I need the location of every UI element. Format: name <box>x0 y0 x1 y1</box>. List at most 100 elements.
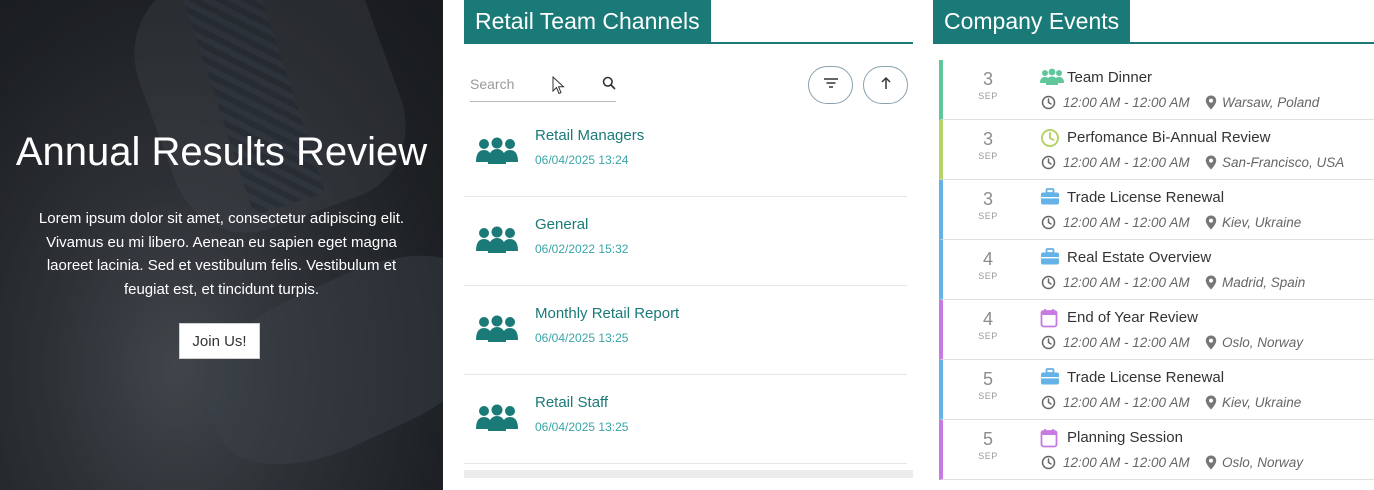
calendar-icon <box>1040 308 1058 333</box>
filter-button[interactable] <box>808 66 853 104</box>
calendar-icon <box>1040 428 1058 453</box>
event-item[interactable]: 4 SEP Real Estate Overview 12:00 AM - 12… <box>939 240 1374 300</box>
time-icon <box>1041 455 1056 475</box>
event-title[interactable]: Perfomance Bi-Annual Review <box>1067 129 1270 146</box>
event-item[interactable]: 3 SEP Trade License Renewal 12:00 AM - 1… <box>939 180 1374 240</box>
channel-name[interactable]: General <box>535 216 588 233</box>
event-day: 4 <box>982 249 993 269</box>
events-title: Company Events <box>933 0 1131 42</box>
channel-date: 06/02/2022 15:32 <box>535 242 629 256</box>
event-month: SEP <box>978 91 998 101</box>
channel-date: 06/04/2025 13:25 <box>535 331 629 345</box>
event-item[interactable]: 4 SEP End of Year Review 12:00 AM - 12:0… <box>939 300 1374 360</box>
location-pin-icon <box>1205 275 1217 295</box>
event-day: 3 <box>982 69 993 89</box>
event-time: 12:00 AM - 12:00 AM <box>1063 335 1190 350</box>
channel-date: 06/04/2025 13:25 <box>535 420 629 434</box>
event-item[interactable]: 5 SEP Planning Session 12:00 AM - 12:00 … <box>939 420 1374 480</box>
channel-name[interactable]: Monthly Retail Report <box>535 305 679 322</box>
search-field[interactable]: Search <box>470 70 616 102</box>
event-day: 3 <box>982 189 993 209</box>
event-day: 4 <box>982 309 993 329</box>
event-item[interactable]: 3 SEP Team Dinner 12:00 AM - 12:00 AM Wa… <box>939 60 1374 120</box>
location-pin-icon <box>1205 215 1217 235</box>
search-input[interactable]: Search <box>470 76 514 92</box>
event-month: SEP <box>978 271 998 281</box>
event-time: 12:00 AM - 12:00 AM <box>1063 95 1190 110</box>
hero-title: Annual Results Review <box>15 130 428 174</box>
group-icon <box>476 136 518 171</box>
clock-icon <box>1040 128 1060 153</box>
event-title[interactable]: End of Year Review <box>1067 309 1198 326</box>
sort-ascending-button[interactable] <box>863 66 908 104</box>
event-title[interactable]: Trade License Renewal <box>1067 369 1224 386</box>
event-item[interactable]: 5 SEP Trade License Renewal 12:00 AM - 1… <box>939 360 1374 420</box>
event-location: San-Francisco, USA <box>1222 155 1345 170</box>
event-month: SEP <box>978 331 998 341</box>
time-icon <box>1041 395 1056 415</box>
channels-title: Retail Team Channels <box>464 0 711 42</box>
location-pin-icon <box>1205 95 1217 115</box>
time-icon <box>1041 275 1056 295</box>
hero-banner: Annual Results Review Lorem ipsum dolor … <box>0 0 443 490</box>
briefcase-icon <box>1040 188 1060 211</box>
event-month: SEP <box>978 451 998 461</box>
mouse-cursor-icon <box>552 75 565 100</box>
channel-item[interactable]: General 06/02/2022 15:32 <box>464 197 907 286</box>
event-title[interactable]: Real Estate Overview <box>1067 249 1211 266</box>
hero-description: Lorem ipsum dolor sit amet, consectetur … <box>38 210 405 298</box>
event-time: 12:00 AM - 12:00 AM <box>1063 455 1190 470</box>
location-pin-icon <box>1205 455 1217 475</box>
event-location: Warsaw, Poland <box>1222 95 1320 110</box>
event-list: 3 SEP Team Dinner 12:00 AM - 12:00 AM Wa… <box>939 60 1374 480</box>
event-day: 5 <box>982 429 993 449</box>
location-pin-icon <box>1205 335 1217 355</box>
channel-list: Retail Managers 06/04/2025 13:24 General… <box>464 108 907 464</box>
event-title[interactable]: Team Dinner <box>1067 69 1152 86</box>
channel-name[interactable]: Retail Managers <box>535 127 644 144</box>
filter-icon <box>823 76 839 94</box>
event-item[interactable]: 3 SEP Perfomance Bi-Annual Review 12:00 … <box>939 120 1374 180</box>
retail-team-channels-panel: Retail Team Channels Search Retail Manag… <box>464 0 913 490</box>
channel-item[interactable]: Retail Managers 06/04/2025 13:24 <box>464 108 907 197</box>
search-icon[interactable] <box>602 76 616 95</box>
time-icon <box>1041 155 1056 175</box>
location-pin-icon <box>1205 155 1217 175</box>
event-location: Oslo, Norway <box>1222 455 1304 470</box>
briefcase-icon <box>1040 248 1060 271</box>
channel-item[interactable]: Retail Staff 06/04/2025 13:25 <box>464 375 907 464</box>
event-month: SEP <box>978 211 998 221</box>
event-location: Oslo, Norway <box>1222 335 1304 350</box>
event-time: 12:00 AM - 12:00 AM <box>1063 155 1190 170</box>
event-time: 12:00 AM - 12:00 AM <box>1063 395 1190 410</box>
event-day: 5 <box>982 369 993 389</box>
channel-name[interactable]: Retail Staff <box>535 394 608 411</box>
event-time: 12:00 AM - 12:00 AM <box>1063 275 1190 290</box>
time-icon <box>1041 95 1056 115</box>
arrow-up-icon <box>880 76 892 95</box>
event-day: 3 <box>982 129 993 149</box>
group-icon <box>476 403 518 438</box>
time-icon <box>1041 335 1056 355</box>
channels-header: Retail Team Channels <box>464 0 913 44</box>
horizontal-scrollbar[interactable] <box>464 470 913 478</box>
company-events-panel: Company Events 3 SEP Team Dinner 12:00 A… <box>933 0 1374 490</box>
time-icon <box>1041 215 1056 235</box>
people-icon <box>1040 68 1064 91</box>
channel-item[interactable]: Monthly Retail Report 06/04/2025 13:25 <box>464 286 907 375</box>
event-location: Kiev, Ukraine <box>1222 395 1302 410</box>
events-header: Company Events <box>933 0 1374 44</box>
event-month: SEP <box>978 151 998 161</box>
channel-date: 06/04/2025 13:24 <box>535 153 629 167</box>
join-us-button[interactable]: Join Us! <box>179 323 260 359</box>
briefcase-icon <box>1040 368 1060 391</box>
event-title[interactable]: Trade License Renewal <box>1067 189 1224 206</box>
event-time: 12:00 AM - 12:00 AM <box>1063 215 1190 230</box>
event-month: SEP <box>978 391 998 401</box>
event-title[interactable]: Planning Session <box>1067 429 1183 446</box>
event-location: Kiev, Ukraine <box>1222 215 1302 230</box>
group-icon <box>476 225 518 260</box>
location-pin-icon <box>1205 395 1217 415</box>
group-icon <box>476 314 518 349</box>
event-location: Madrid, Spain <box>1222 275 1306 290</box>
